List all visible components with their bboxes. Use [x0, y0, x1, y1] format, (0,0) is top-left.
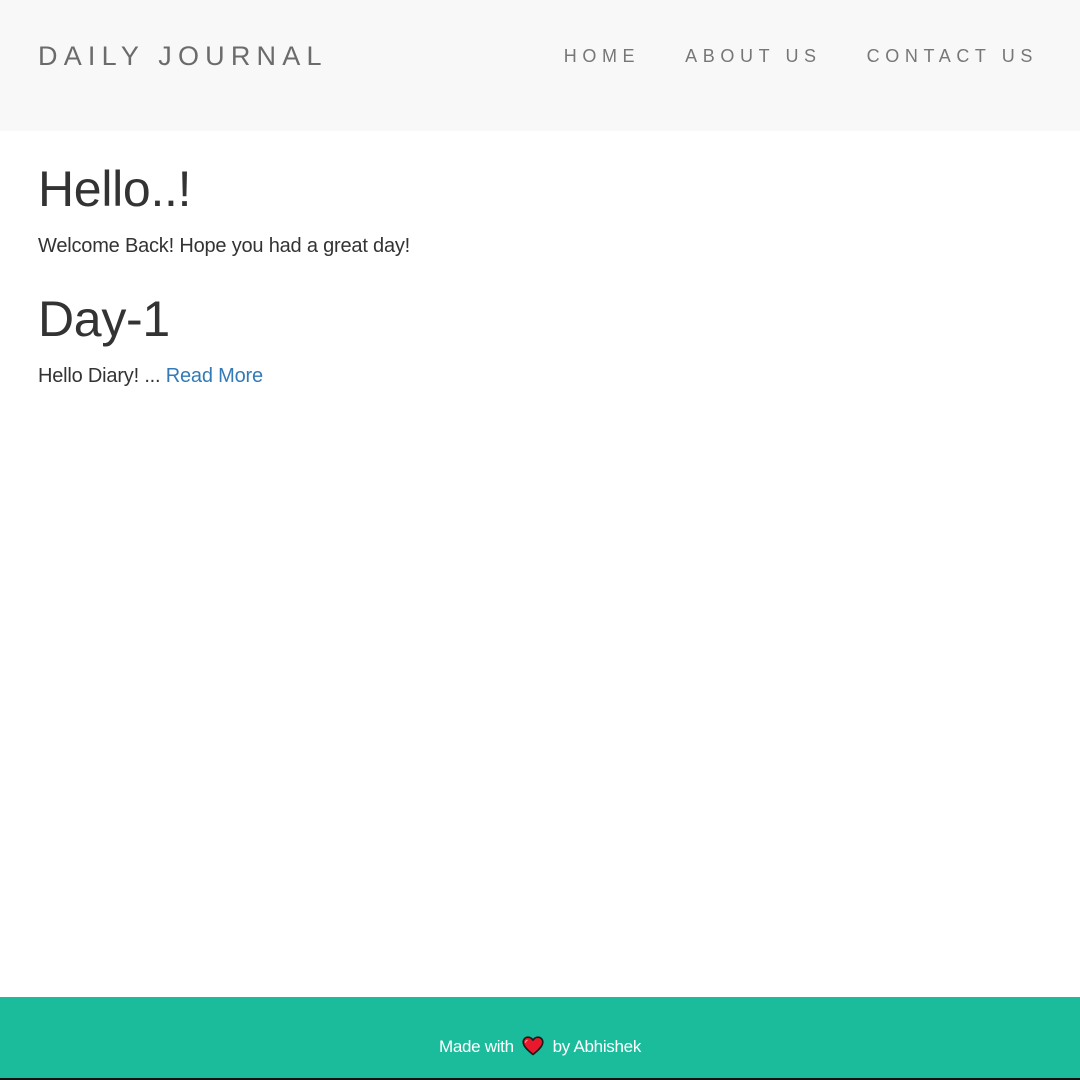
footer-made-with: Made with	[438, 1037, 514, 1056]
post-item: Day-1 Hello Diary! ... Read More	[38, 288, 1042, 390]
footer: Made with by Abhishek	[0, 997, 1080, 1080]
main-content: Hello..! Welcome Back! Hope you had a gr…	[38, 158, 1042, 390]
post-excerpt: Hello Diary! ...	[38, 365, 161, 387]
nav-home-link[interactable]: HOME	[564, 44, 640, 68]
page-title: Hello..!	[38, 161, 192, 217]
nav-links: HOME ABOUT US CONTACT US	[564, 44, 1038, 68]
top-navbar: DAILY JOURNAL HOME ABOUT US CONTACT US	[0, 0, 1080, 131]
nav-about-us-link[interactable]: ABOUT US	[685, 44, 822, 68]
heart-icon	[522, 1036, 544, 1056]
nav-contact-us-link[interactable]: CONTACT US	[867, 44, 1038, 68]
footer-credit: Made with by Abhishek	[0, 1035, 1080, 1059]
brand-logo[interactable]: DAILY JOURNAL	[38, 38, 328, 74]
post-excerpt-line: Hello Diary! ... Read More	[38, 362, 1042, 390]
welcome-message: Welcome Back! Hope you had a great day!	[38, 235, 411, 257]
footer-author: by Abhishek	[552, 1037, 642, 1056]
post-title: Day-1	[38, 291, 170, 347]
page: DAILY JOURNAL HOME ABOUT US CONTACT US H…	[0, 0, 1080, 1080]
read-more-link[interactable]: Read More	[166, 365, 263, 387]
